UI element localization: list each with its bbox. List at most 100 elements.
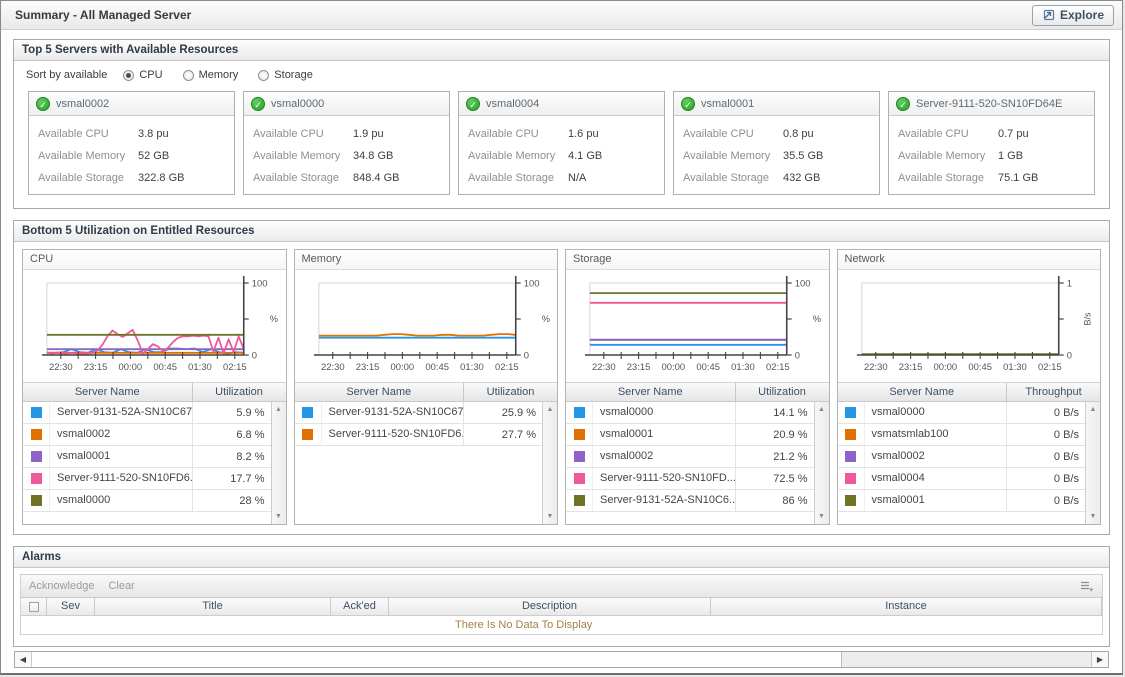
scroll-up-arrow-icon[interactable]: ▲ [1090, 402, 1097, 417]
sort-option-storage[interactable]: Storage [258, 69, 313, 81]
server-card: vsmal0004Available CPU1.6 puAvailable Me… [458, 91, 665, 195]
table-row[interactable]: vsmal000028 % [23, 490, 271, 512]
series-swatch-cell [566, 402, 593, 423]
sort-option-memory[interactable]: Memory [183, 69, 239, 81]
vertical-scrollbar[interactable]: ▲▼ [542, 402, 557, 524]
scroll-down-arrow-icon[interactable]: ▼ [818, 509, 825, 524]
table-customizer-icon[interactable] [1079, 580, 1094, 593]
radio-storage[interactable] [258, 70, 269, 81]
table-row[interactable]: vsmal00040 B/s [838, 468, 1086, 490]
value-cell: 20.9 % [736, 429, 814, 441]
alarm-column-header-title[interactable]: Title [95, 598, 331, 615]
select-all-checkbox[interactable] [29, 602, 39, 612]
server-card-header[interactable]: vsmal0001 [674, 92, 879, 116]
table-row[interactable]: vsmal00020 B/s [838, 446, 1086, 468]
table-row[interactable]: vsmal000014.1 % [566, 402, 814, 424]
horizontal-scrollbar-thumb[interactable] [32, 652, 842, 667]
svg-text:23:15: 23:15 [898, 362, 922, 373]
table-row[interactable]: Server-9131-52A-SN10C67...25.9 % [295, 402, 543, 424]
metric-label: Available Storage [683, 172, 783, 184]
scroll-down-arrow-icon[interactable]: ▼ [1090, 509, 1097, 524]
scroll-up-arrow-icon[interactable]: ▲ [275, 402, 282, 417]
alarms-table: Acknowledge Clear SevTitleAck'edDescripti… [20, 574, 1103, 635]
table-row[interactable]: Server-9131-52A-SN10C67...5.9 % [23, 402, 271, 424]
svg-text:0: 0 [1066, 350, 1071, 361]
radio-cpu-selected[interactable] [123, 70, 134, 81]
server-card-header[interactable]: vsmal0002 [29, 92, 234, 116]
table-row[interactable]: Server-9111-520-SN10FD6...27.7 % [295, 424, 543, 446]
column-header-value[interactable]: Throughput [1007, 383, 1100, 401]
scroll-up-arrow-icon[interactable]: ▲ [818, 402, 825, 417]
series-swatch-cell [23, 424, 50, 445]
scroll-right-arrow-icon[interactable]: ▶ [1091, 652, 1108, 667]
scroll-down-arrow-icon[interactable]: ▼ [275, 509, 282, 524]
panel-table-header: Server NameUtilization [295, 383, 558, 402]
column-header-value[interactable]: Utilization [464, 383, 557, 401]
explore-button[interactable]: Explore [1032, 5, 1114, 26]
metric-label: Available Memory [38, 150, 138, 162]
server-card-header[interactable]: vsmal0000 [244, 92, 449, 116]
scroll-up-arrow-icon[interactable]: ▲ [547, 402, 554, 417]
series-color-swatch [845, 473, 856, 484]
panel-title: Memory [295, 250, 558, 270]
table-row[interactable]: vsmal00026.8 % [23, 424, 271, 446]
scroll-down-arrow-icon[interactable]: ▼ [547, 509, 554, 524]
alarm-column-header-instance[interactable]: Instance [711, 598, 1102, 615]
metric-row: Available Storage322.8 GB [38, 167, 225, 189]
metric-row: Available Storage848.4 GB [253, 167, 440, 189]
server-card-header[interactable]: vsmal0004 [459, 92, 664, 116]
column-header-value[interactable]: Utilization [193, 383, 286, 401]
radio-memory[interactable] [183, 70, 194, 81]
server-name-cell: vsmal0001 [593, 424, 736, 445]
utilization-chart: 22:3023:1500:0000:4501:3002:1510B/s [838, 270, 1101, 382]
clear-button[interactable]: Clear [108, 580, 134, 592]
sort-option-cpu[interactable]: CPU [123, 69, 162, 81]
table-row[interactable]: vsmatsmlab1000 B/s [838, 424, 1086, 446]
metric-value: 1.6 pu [568, 128, 599, 140]
horizontal-scrollbar[interactable]: ◀ ▶ [14, 651, 1109, 668]
alarm-column-header-description[interactable]: Description [389, 598, 711, 615]
series-color-swatch [845, 495, 856, 506]
server-card-header[interactable]: Server-9111-520-SN10FD64E [889, 92, 1094, 116]
panel-table: Server NameThroughputvsmal00000 B/svsmat… [838, 382, 1101, 524]
svg-text:01:30: 01:30 [188, 362, 212, 373]
table-row[interactable]: vsmal000120.9 % [566, 424, 814, 446]
dashboard-content: Top 5 Servers with Available Resources S… [1, 30, 1122, 675]
sort-option-label: CPU [139, 69, 162, 81]
metric-row: Available Storage75.1 GB [898, 167, 1085, 189]
alarm-column-header-sev[interactable]: Sev [47, 598, 95, 615]
series-color-swatch [31, 451, 42, 462]
table-row[interactable]: vsmal00000 B/s [838, 402, 1086, 424]
metric-row: Available Storage432 GB [683, 167, 870, 189]
svg-text:23:15: 23:15 [84, 362, 108, 373]
table-row[interactable]: vsmal00018.2 % [23, 446, 271, 468]
table-row[interactable]: Server-9131-52A-SN10C6...86 % [566, 490, 814, 512]
horizontal-scrollbar-track[interactable] [842, 652, 1091, 667]
column-header-value[interactable]: Utilization [736, 383, 829, 401]
column-header-server-name[interactable]: Server Name [23, 383, 193, 401]
utilization-chart: 22:3023:1500:0000:4501:3002:151000% [566, 270, 829, 382]
explore-icon [1042, 8, 1055, 21]
vertical-scrollbar[interactable]: ▲▼ [814, 402, 829, 524]
table-row[interactable]: vsmal00010 B/s [838, 490, 1086, 512]
vertical-scrollbar[interactable]: ▲▼ [1085, 402, 1100, 524]
table-row[interactable]: Server-9111-520-SN10FD6...17.7 % [23, 468, 271, 490]
scroll-left-arrow-icon[interactable]: ◀ [15, 652, 32, 667]
metric-label: Available CPU [898, 128, 998, 140]
column-header-server-name[interactable]: Server Name [566, 383, 736, 401]
panel-storage: Storage22:3023:1500:0000:4501:3002:15100… [565, 249, 830, 525]
table-row[interactable]: vsmal000221.2 % [566, 446, 814, 468]
vertical-scrollbar[interactable]: ▲▼ [271, 402, 286, 524]
series-color-swatch [31, 429, 42, 440]
svg-text:00:00: 00:00 [390, 362, 414, 373]
server-name-cell: vsmal0002 [593, 446, 736, 467]
metric-row: Available Memory34.8 GB [253, 145, 440, 167]
acknowledge-button[interactable]: Acknowledge [29, 580, 94, 592]
table-row[interactable]: Server-9111-520-SN10FD...72.5 % [566, 468, 814, 490]
server-card: vsmal0000Available CPU1.9 puAvailable Me… [243, 91, 450, 195]
server-name-cell: vsmal0002 [50, 424, 193, 445]
column-header-server-name[interactable]: Server Name [838, 383, 1008, 401]
column-header-server-name[interactable]: Server Name [295, 383, 465, 401]
series-color-swatch [845, 407, 856, 418]
alarm-column-header-acked[interactable]: Ack'ed [331, 598, 389, 615]
